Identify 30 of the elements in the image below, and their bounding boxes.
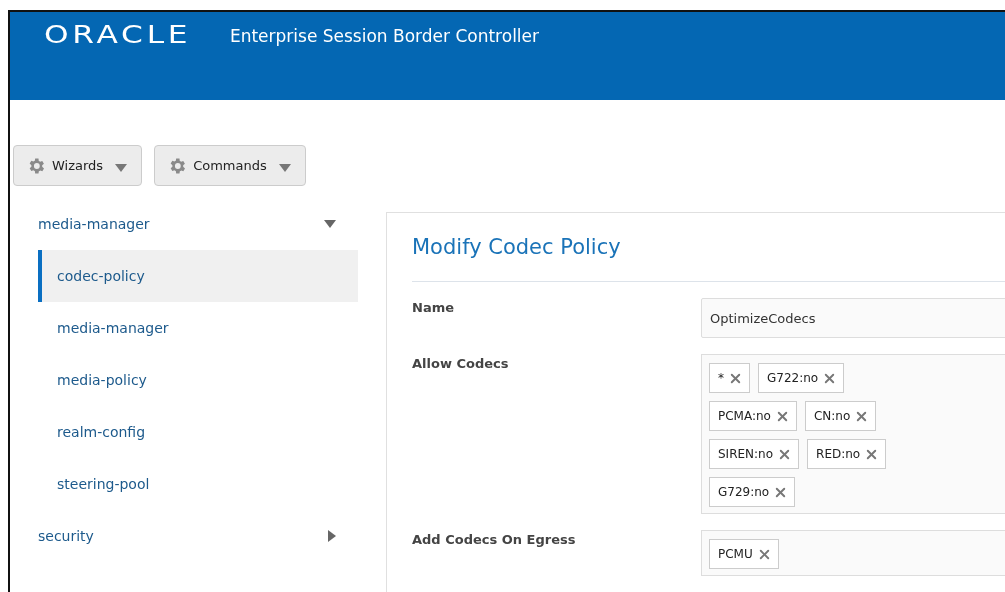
sidebar-item[interactable]: realm-config	[38, 406, 358, 458]
form-title: Modify Codec Policy	[412, 235, 1005, 282]
tag-label: RED:no	[816, 447, 861, 461]
tree-group[interactable]: media-manager	[10, 198, 358, 250]
sidebar-item[interactable]: media-manager	[38, 302, 358, 354]
app-title: Enterprise Session Border Controller	[229, 26, 540, 46]
tag-label: *	[718, 371, 724, 385]
menu-button[interactable]: Wizards	[13, 145, 143, 186]
sidebar-item[interactable]: media-policy	[38, 354, 358, 406]
field-label: Name	[412, 299, 455, 317]
tag-label: PCMA:no	[718, 409, 771, 423]
tag-label: G722:no	[767, 371, 819, 385]
sidebar-item[interactable]: codec-policy	[38, 250, 358, 302]
caret-icon	[115, 163, 128, 172]
logo: ORACLE	[44, 22, 192, 47]
sidebar-item[interactable]: steering-pool	[38, 458, 358, 510]
tag-label: PCMU	[718, 547, 753, 561]
field-label: Add Codecs On Egress	[412, 531, 577, 549]
tree-group[interactable]: security	[10, 510, 358, 562]
tag-label: CN:no	[813, 409, 851, 423]
tag-field[interactable]: PCMU	[701, 530, 1005, 576]
name-field[interactable]: OptimizeCodecs	[701, 298, 1005, 338]
group-label: security	[38, 528, 94, 544]
field-label: Allow Codecs	[412, 355, 510, 373]
tag-field[interactable]: * G722:no PCMA:no CN:no SIREN:no RED:no G729:no	[701, 354, 1005, 514]
menu-button[interactable]: Commands	[154, 145, 306, 186]
tag-label: G729:no	[718, 485, 770, 499]
group-label: media-manager	[38, 216, 150, 232]
tag-label: SIREN:no	[718, 447, 774, 461]
caret-icon	[278, 163, 291, 172]
